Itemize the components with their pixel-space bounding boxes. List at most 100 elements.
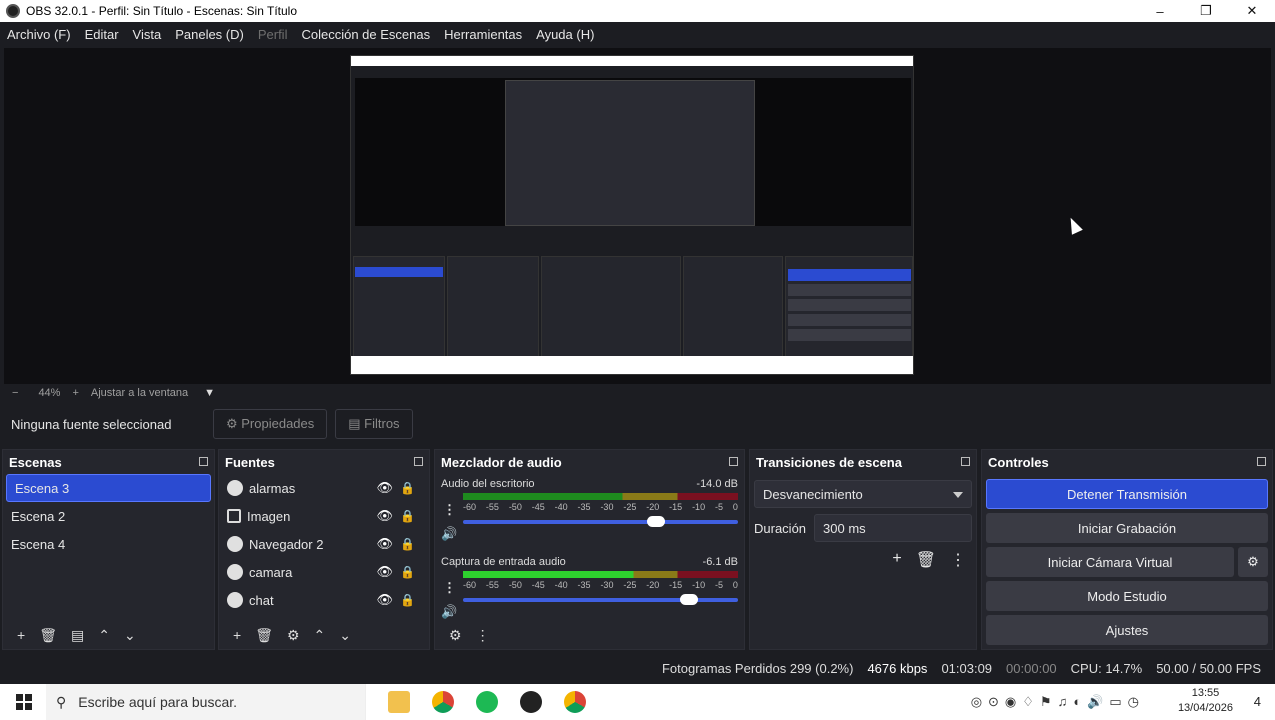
channel-menu-icon[interactable]: ⋮ bbox=[443, 580, 456, 596]
file-explorer-icon[interactable] bbox=[388, 691, 410, 713]
scenes-title: Escenas bbox=[9, 454, 62, 470]
chrome-icon[interactable] bbox=[564, 691, 586, 713]
trash-icon[interactable]: 🗑 bbox=[916, 550, 936, 570]
gear-icon[interactable]: ⚙ bbox=[287, 627, 300, 644]
close-button[interactable]: ✕ bbox=[1229, 0, 1275, 22]
tick-label: -15 bbox=[669, 580, 683, 590]
down-icon[interactable]: ⌄ bbox=[339, 627, 351, 644]
clock[interactable]: 13:55 13/04/2026 bbox=[1178, 686, 1233, 716]
system-tray-icons[interactable]: ◎⊙◉♢⚑♫◐🔊▭◷ bbox=[971, 694, 1145, 710]
popout-icon[interactable] bbox=[414, 457, 423, 466]
popout-icon[interactable] bbox=[1257, 457, 1266, 466]
popout-icon[interactable] bbox=[199, 457, 208, 466]
filters-button[interactable]: ▤ Filtros bbox=[335, 409, 413, 439]
tick-label: -20 bbox=[646, 502, 660, 512]
windows-start-icon[interactable] bbox=[16, 694, 32, 710]
trash-icon[interactable]: 🗑 bbox=[255, 627, 273, 644]
eye-icon[interactable]: 👁 bbox=[376, 480, 393, 496]
lock-icon[interactable]: 🔒 bbox=[400, 481, 415, 495]
browser-icon bbox=[227, 564, 243, 580]
source-item[interactable]: Imagen 👁 🔒 bbox=[219, 502, 429, 530]
eye-icon[interactable]: 👁 bbox=[376, 564, 393, 580]
eye-icon[interactable]: 👁 bbox=[376, 592, 393, 608]
duration-value: 300 ms bbox=[823, 520, 866, 536]
add-transition-icon[interactable]: + bbox=[892, 550, 901, 570]
speaker-icon[interactable]: 🔊 bbox=[441, 526, 457, 542]
up-icon[interactable]: ⌃ bbox=[98, 627, 110, 644]
eye-icon[interactable]: 👁 bbox=[376, 536, 393, 552]
start-recording-button[interactable]: Iniciar Grabación bbox=[986, 513, 1268, 543]
properties-button[interactable]: ⚙ Propiedades bbox=[213, 409, 328, 439]
eye-icon[interactable]: 👁 bbox=[376, 508, 393, 524]
lock-icon[interactable]: 🔒 bbox=[400, 565, 415, 579]
sources-dock: Fuentes alarmas 👁 🔒 Imagen 👁 🔒 Navegador 2 👁 🔒… bbox=[218, 449, 430, 650]
menu-ayuda[interactable]: Ayuda (H) bbox=[529, 27, 601, 42]
lock-icon[interactable]: 🔒 bbox=[400, 537, 415, 551]
advanced-audio-gear-icon[interactable]: ⚙ bbox=[449, 627, 462, 644]
scene-label: Escena 4 bbox=[11, 536, 66, 552]
minimize-button[interactable]: – bbox=[1137, 0, 1183, 22]
scene-item[interactable]: Escena 3 bbox=[6, 474, 211, 502]
taskbar-search[interactable]: ⚲ Escribe aquí para buscar. bbox=[46, 684, 366, 720]
mixer-menu-icon[interactable]: ⋮ bbox=[476, 627, 490, 644]
transitions-dock: Transiciones de escena Desvanecimiento D… bbox=[749, 449, 977, 650]
source-item[interactable]: camara 👁 🔒 bbox=[219, 558, 429, 586]
scenes-dock: Escenas Escena 3 Escena 2 Escena 4 + 🗑 ▤… bbox=[2, 449, 215, 650]
fit-window-label: Ajustar a la ventana bbox=[90, 387, 189, 399]
scene-item[interactable]: Escena 4 bbox=[3, 530, 214, 558]
transition-select[interactable]: Desvanecimiento bbox=[754, 480, 972, 508]
notification-icon[interactable]: 4 bbox=[1254, 694, 1261, 709]
source-item[interactable]: Navegador 2 👁 🔒 bbox=[219, 530, 429, 558]
transition-menu-icon[interactable]: ⋮ bbox=[950, 550, 966, 570]
volume-knob[interactable] bbox=[679, 594, 698, 605]
zoom-dropdown-icon[interactable]: ▼ bbox=[204, 387, 215, 399]
lock-icon[interactable]: 🔒 bbox=[400, 593, 415, 607]
studio-mode-button[interactable]: Modo Estudio bbox=[986, 581, 1268, 611]
down-icon[interactable]: ⌄ bbox=[124, 627, 136, 644]
menu-herramientas[interactable]: Herramientas bbox=[437, 27, 529, 42]
filter-icon[interactable]: ▤ bbox=[71, 627, 84, 644]
menu-vista[interactable]: Vista bbox=[126, 27, 169, 42]
stop-stream-button[interactable]: Detener Transmisión bbox=[986, 479, 1268, 509]
source-item[interactable]: chat 👁 🔒 bbox=[219, 586, 429, 614]
volume-knob[interactable] bbox=[646, 516, 665, 527]
gear-icon[interactable]: ⚙ bbox=[1238, 547, 1268, 577]
maximize-button[interactable]: ❐ bbox=[1183, 0, 1229, 22]
add-icon[interactable]: + bbox=[233, 627, 241, 643]
zoom-in-button[interactable]: + bbox=[72, 387, 78, 399]
volume-slider[interactable] bbox=[463, 516, 738, 527]
menu-editar[interactable]: Editar bbox=[78, 27, 126, 42]
popout-icon[interactable] bbox=[961, 457, 970, 466]
chrome-icon[interactable] bbox=[432, 691, 454, 713]
fps: 50.00 / 50.00 FPS bbox=[1156, 660, 1261, 676]
trash-icon[interactable]: 🗑 bbox=[39, 627, 57, 644]
stream-time: 01:03:09 bbox=[941, 660, 993, 676]
bitrate: 4676 kbps bbox=[867, 660, 928, 676]
zoom-out-button[interactable]: − bbox=[12, 387, 18, 399]
scene-item[interactable]: Escena 2 bbox=[3, 502, 214, 530]
settings-button[interactable]: Ajustes bbox=[986, 615, 1268, 645]
search-placeholder: Escribe aquí para buscar. bbox=[78, 694, 238, 710]
menu-paneles[interactable]: Paneles (D) bbox=[168, 27, 251, 42]
channel-menu-icon[interactable]: ⋮ bbox=[443, 502, 456, 518]
up-icon[interactable]: ⌃ bbox=[314, 627, 326, 644]
transitions-title: Transiciones de escena bbox=[756, 454, 902, 470]
tick-label: -35 bbox=[577, 502, 591, 512]
popout-icon[interactable] bbox=[729, 457, 738, 466]
duration-input[interactable]: 300 ms bbox=[814, 514, 972, 542]
menu-coleccion[interactable]: Colección de Escenas bbox=[294, 27, 437, 42]
menu-perfil[interactable]: Perfil bbox=[251, 27, 295, 42]
add-icon[interactable]: + bbox=[17, 627, 25, 643]
record-time: 00:00:00 bbox=[1006, 660, 1057, 676]
source-item[interactable]: alarmas 👁 🔒 bbox=[219, 474, 429, 502]
virtual-camera-button[interactable]: Iniciar Cámara Virtual bbox=[986, 547, 1234, 577]
obs-taskbar-icon[interactable] bbox=[520, 691, 542, 713]
spotify-icon[interactable] bbox=[476, 691, 498, 713]
obs-icon bbox=[6, 4, 20, 18]
tick-label: -10 bbox=[692, 502, 706, 512]
menu-archivo[interactable]: Archivo (F) bbox=[0, 27, 78, 42]
selected-source-label: Ninguna fuente seleccionad bbox=[11, 416, 172, 432]
lock-icon[interactable]: 🔒 bbox=[400, 509, 415, 523]
volume-slider[interactable] bbox=[463, 594, 738, 605]
speaker-icon[interactable]: 🔊 bbox=[441, 604, 457, 620]
